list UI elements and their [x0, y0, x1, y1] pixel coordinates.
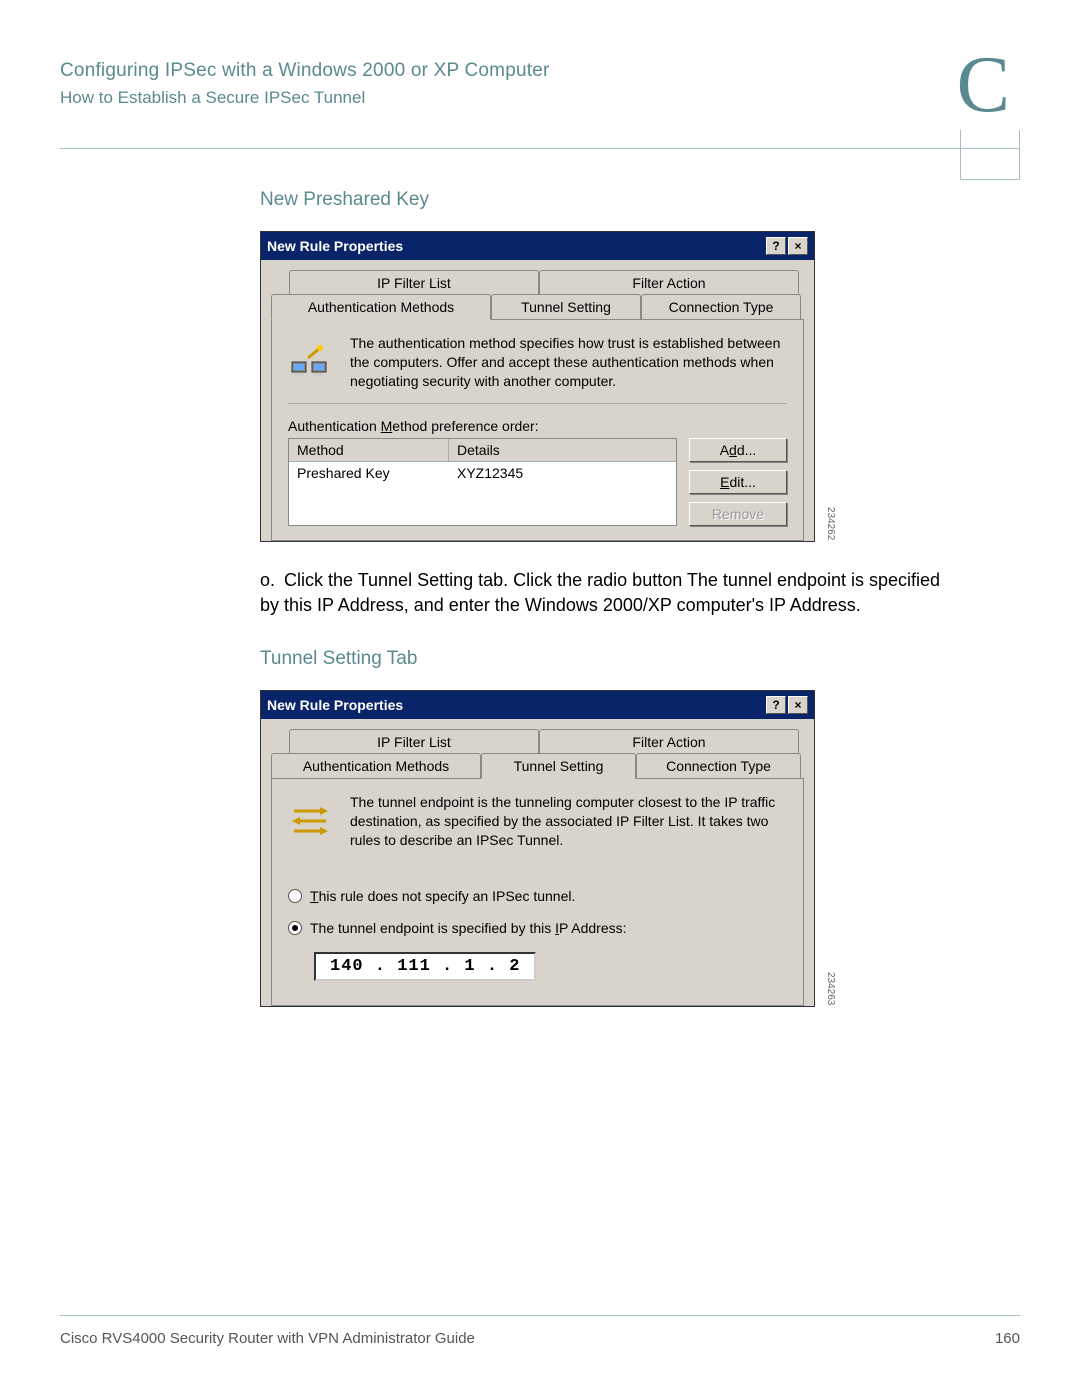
appendix-box: [960, 130, 1020, 180]
tunnel-icon: [288, 799, 332, 843]
tab-connection-type-2[interactable]: Connection Type: [636, 753, 801, 778]
cell-details: XYZ12345: [449, 462, 676, 484]
page-header-title: Configuring IPSec with a Windows 2000 or…: [60, 60, 1020, 82]
help-button[interactable]: ?: [766, 237, 786, 255]
footer-guide-name: Cisco RVS4000 Security Router with VPN A…: [60, 1330, 475, 1347]
remove-button: Remove: [689, 502, 787, 526]
tab-ip-filter-list-2[interactable]: IP Filter List: [289, 729, 539, 754]
dialog-titlebar-2: New Rule Properties ? ×: [261, 691, 814, 719]
appendix-letter: C: [957, 40, 1010, 131]
tab-auth-methods[interactable]: Authentication Methods: [271, 294, 491, 320]
radio-tunnel-ip[interactable]: The tunnel endpoint is specified by this…: [288, 920, 787, 936]
tunnel-info-text: The tunnel endpoint is the tunneling com…: [350, 793, 787, 850]
help-button-2[interactable]: ?: [766, 696, 786, 714]
tab-tunnel-setting-2[interactable]: Tunnel Setting: [481, 753, 636, 779]
section-heading-preshared: New Preshared Key: [260, 189, 960, 211]
tab-tunnel-setting[interactable]: Tunnel Setting: [491, 294, 641, 319]
footer-page-number: 160: [995, 1330, 1020, 1347]
figure-id-2: 234263: [825, 972, 836, 1005]
header-divider: [60, 148, 1020, 149]
dialog-title-2: New Rule Properties: [267, 697, 403, 713]
dialog-new-rule-auth: 234262 New Rule Properties ? × IP Filter…: [260, 231, 815, 542]
cell-method: Preshared Key: [289, 462, 449, 484]
tab-panel-auth: The authentication method specifies how …: [271, 319, 804, 541]
col-method: Method: [289, 439, 449, 461]
close-button[interactable]: ×: [788, 237, 808, 255]
radio-no-tunnel[interactable]: This rule does not specify an IPSec tunn…: [288, 888, 787, 904]
tab-auth-methods-2[interactable]: Authentication Methods: [271, 753, 481, 778]
edit-button[interactable]: Edit...: [689, 470, 787, 494]
radio-icon-checked: [288, 921, 302, 935]
ip-address-input[interactable]: 140 . 111 . 1 . 2: [314, 952, 536, 981]
tab-filter-action[interactable]: Filter Action: [539, 270, 799, 295]
col-details: Details: [449, 439, 676, 461]
add-button[interactable]: Add...: [689, 438, 787, 462]
figure-id: 234262: [825, 507, 836, 540]
radio-label-tunnel-ip: The tunnel endpoint is specified by this…: [310, 920, 627, 936]
dialog-new-rule-tunnel: 234263 New Rule Properties ? × IP Filter…: [260, 690, 815, 1007]
tab-ip-filter-list[interactable]: IP Filter List: [289, 270, 539, 295]
table-row[interactable]: Preshared Key XYZ12345: [289, 462, 676, 484]
page-header-subtitle: How to Establish a Secure IPSec Tunnel: [60, 88, 1020, 108]
dialog-titlebar: New Rule Properties ? ×: [261, 232, 814, 260]
radio-icon-unchecked: [288, 889, 302, 903]
tab-panel-tunnel: The tunnel endpoint is the tunneling com…: [271, 778, 804, 1006]
dialog-title: New Rule Properties: [267, 238, 403, 254]
tab-connection-type[interactable]: Connection Type: [641, 294, 801, 319]
section-heading-tunnel: Tunnel Setting Tab: [260, 648, 960, 670]
method-list[interactable]: Method Details Preshared Key XYZ12345: [288, 438, 677, 526]
auth-info-text: The authentication method specifies how …: [350, 334, 787, 391]
step-o-text: o.Click the Tunnel Setting tab. Click th…: [260, 568, 960, 618]
pref-order-label: Authentication Method preference order:: [288, 418, 787, 434]
tab-filter-action-2[interactable]: Filter Action: [539, 729, 799, 754]
close-button-2[interactable]: ×: [788, 696, 808, 714]
auth-icon: [288, 340, 332, 384]
radio-label-no-tunnel: This rule does not specify an IPSec tunn…: [310, 888, 575, 904]
